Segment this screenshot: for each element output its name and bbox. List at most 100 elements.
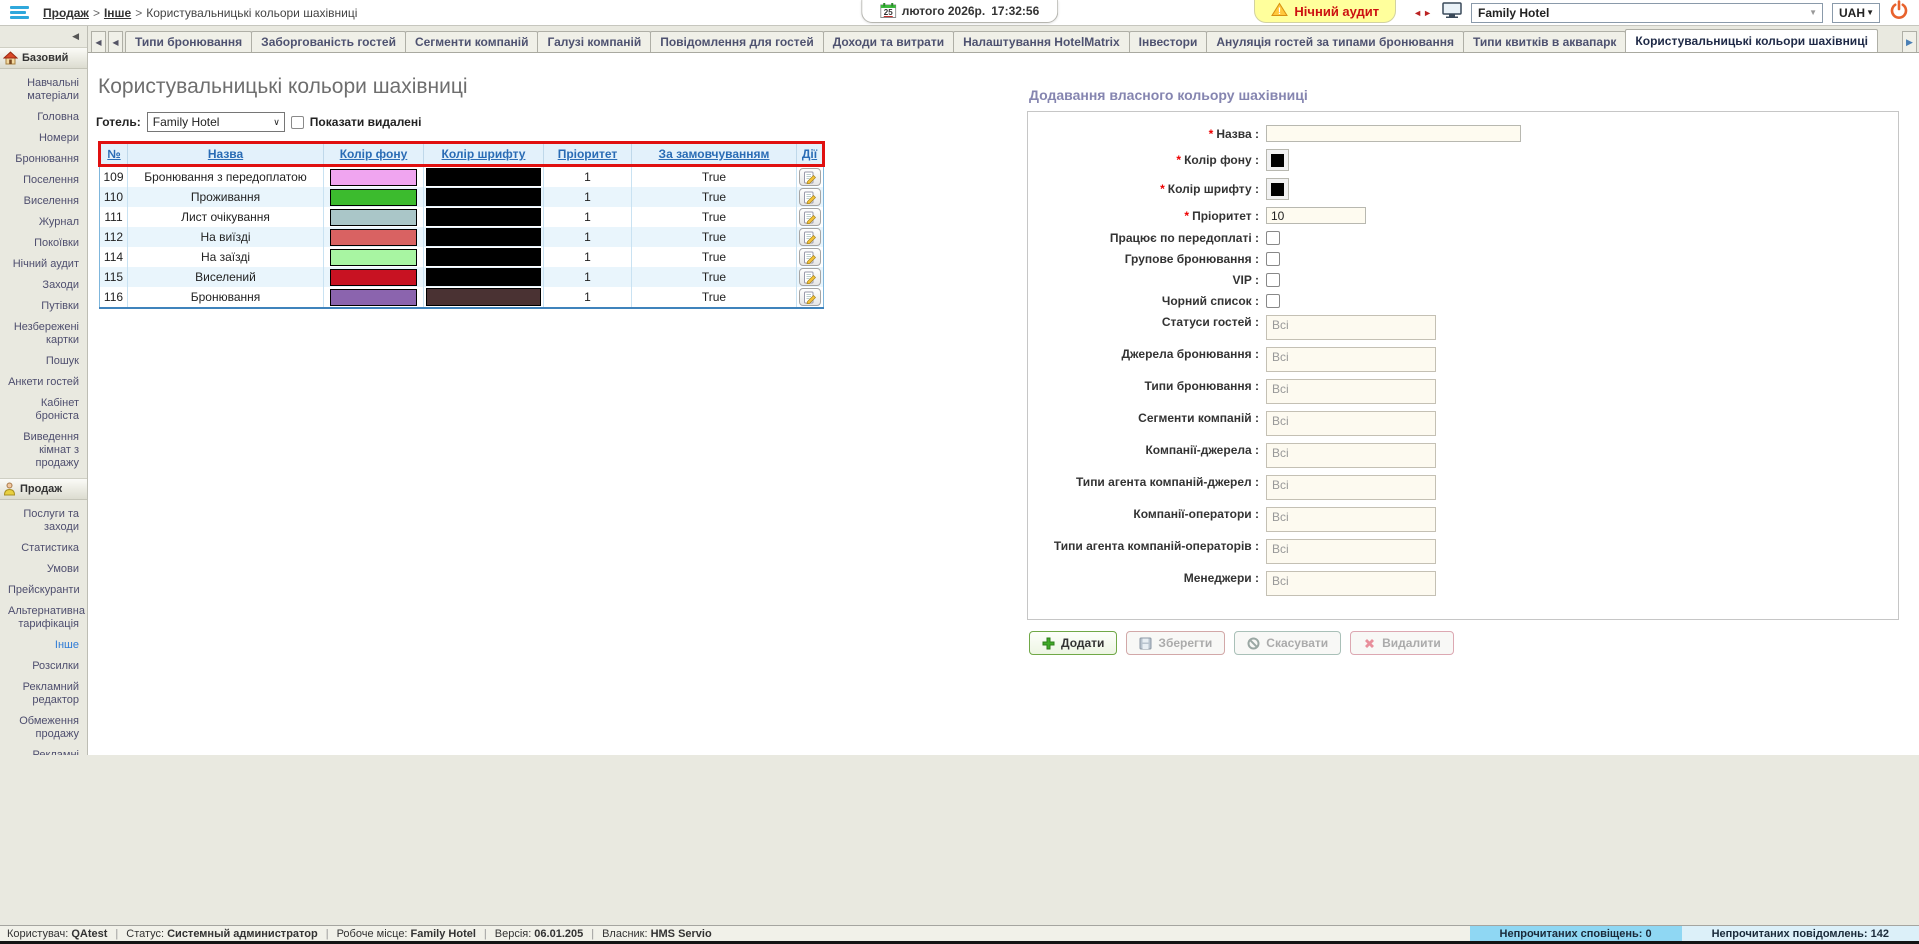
edit-row-button[interactable] — [799, 288, 821, 306]
tab[interactable]: Типи квитків в аквапарк — [1462, 31, 1627, 52]
operator-agent-types-multiselect[interactable]: Всі — [1266, 539, 1436, 564]
sidebar-item-link[interactable]: Прейскуранти — [0, 584, 87, 597]
tab[interactable]: Галузі компаній — [537, 31, 652, 52]
font-color-picker[interactable] — [1266, 178, 1289, 200]
sidebar-collapse-icon[interactable]: ◀ — [0, 26, 87, 43]
sidebar-item-link[interactable]: Анкети гостей — [0, 376, 87, 389]
edit-row-button[interactable] — [799, 228, 821, 246]
sidebar-item-link[interactable]: Рекламний редактор — [0, 681, 87, 707]
sidebar-item-link[interactable]: Покоївки — [0, 237, 87, 250]
source-companies-multiselect[interactable]: Всі — [1266, 443, 1436, 468]
tab-scroll-left-icon[interactable]: ◀ — [91, 31, 106, 52]
guest-statuses-multiselect[interactable]: Всі — [1266, 315, 1436, 340]
sidebar-item-active[interactable]: Інше — [0, 639, 87, 652]
priority-field[interactable]: 10 — [1266, 207, 1366, 224]
resize-arrows-icon[interactable]: ◄► — [1413, 8, 1433, 18]
show-deleted-checkbox[interactable] — [290, 115, 304, 129]
sidebar-item-link[interactable]: Обмеження продажу — [0, 715, 87, 741]
booking-types-multiselect[interactable]: Всі — [1266, 379, 1436, 404]
hotel-filter-select[interactable]: Family Hotel ∨ — [146, 112, 285, 132]
color-swatch — [1271, 153, 1284, 167]
blacklist-checkbox[interactable] — [1266, 294, 1280, 308]
edit-row-button[interactable] — [799, 208, 821, 226]
column-header[interactable]: За замовчуванням — [631, 141, 797, 167]
column-header-label[interactable]: Колір фону — [340, 147, 408, 161]
column-header-label[interactable]: Пріоритет — [558, 147, 618, 161]
sidebar-item-link[interactable]: Нічний аудит — [0, 258, 87, 271]
edit-row-button[interactable] — [799, 248, 821, 266]
bg-color-picker[interactable] — [1266, 149, 1289, 171]
sidebar-item-link[interactable]: Пошук — [0, 355, 87, 368]
sidebar-item-link[interactable]: Альтернативна тарифікація — [0, 605, 87, 631]
name-field[interactable] — [1266, 125, 1521, 142]
sidebar-item-link[interactable]: Журнал — [0, 216, 87, 229]
tab[interactable]: Повідомлення для гостей — [650, 31, 824, 52]
column-header[interactable]: Назва — [127, 141, 324, 167]
status-bar: Користувач: QAtest | Статус: Системный админ… — [0, 925, 1919, 941]
delete-button: Видалити — [1350, 631, 1454, 655]
sidebar-item-link[interactable]: Статистика — [0, 542, 87, 555]
operator-companies-multiselect[interactable]: Всі — [1266, 507, 1436, 532]
column-header[interactable]: Колір фону — [323, 141, 424, 167]
sidebar-item-link[interactable]: Виведення кімнат з продажу — [0, 431, 87, 470]
column-header-label[interactable]: № — [107, 147, 120, 161]
booking-sources-multiselect[interactable]: Всі — [1266, 347, 1436, 372]
breadcrumb-item[interactable]: Інше — [104, 6, 131, 20]
tab[interactable]: Налаштування HotelMatrix — [953, 31, 1130, 52]
row-name-cell: Проживання — [127, 187, 324, 207]
sidebar-item-link[interactable]: Головна — [0, 111, 87, 124]
vip-checkbox[interactable] — [1266, 273, 1280, 287]
breadcrumb-item[interactable]: Продаж — [43, 6, 89, 20]
power-icon[interactable] — [1889, 0, 1909, 25]
company-segments-multiselect[interactable]: Всі — [1266, 411, 1436, 436]
source-agent-types-multiselect[interactable]: Всі — [1266, 475, 1436, 500]
column-header[interactable]: Пріоритет — [543, 141, 632, 167]
sidebar-item-link[interactable]: Бронювання — [0, 153, 87, 166]
sidebar-item-link[interactable]: Послуги та заходи — [0, 508, 87, 534]
sidebar-item-link[interactable]: Кабінет броніста — [0, 397, 87, 423]
managers-multiselect[interactable]: Всі — [1266, 571, 1436, 596]
column-header[interactable]: Дії — [796, 141, 825, 167]
hotel-select[interactable]: Family Hotel ▼ — [1471, 2, 1823, 23]
monitor-icon[interactable] — [1442, 1, 1462, 24]
menu-icon[interactable] — [10, 6, 29, 19]
sidebar-item-link[interactable]: Поселення — [0, 174, 87, 187]
tab-scroll-right-icon[interactable]: ▶ — [1902, 31, 1917, 52]
currency-select[interactable]: UAH ▼ — [1832, 2, 1880, 23]
column-header-label[interactable]: Назва — [208, 147, 243, 161]
unread-messages-badge[interactable]: Непрочитаних повідомлень: 142 — [1681, 926, 1919, 941]
sidebar-item-link[interactable]: Незбережені картки — [0, 321, 87, 347]
field-label-text: Типи бронювання : — [1144, 379, 1260, 393]
tab[interactable]: Сегменти компаній — [404, 31, 539, 52]
column-header[interactable]: № — [98, 141, 128, 167]
night-audit-button[interactable]: ! Нічний аудит — [1254, 0, 1397, 23]
sidebar-item-link[interactable]: Виселення — [0, 195, 87, 208]
tab-scroll-left-icon[interactable]: ◀ — [108, 31, 123, 52]
sidebar-item-link[interactable]: Номери — [0, 132, 87, 145]
add-button[interactable]: Додати — [1029, 631, 1118, 655]
sidebar-item-link[interactable]: Розсилки — [0, 660, 87, 673]
tab[interactable]: Доходи та витрати — [822, 31, 955, 52]
tab[interactable]: Типи бронювання — [125, 31, 253, 52]
edit-row-button[interactable] — [799, 168, 821, 186]
tab[interactable]: Заборгованість гостей — [251, 31, 406, 52]
date-text: лютого 2026р. — [901, 4, 986, 18]
sidebar-item-link[interactable]: Умови — [0, 563, 87, 576]
tab[interactable]: Інвестори — [1128, 31, 1208, 52]
edit-row-button[interactable] — [799, 188, 821, 206]
column-header-label[interactable]: Колір шрифту — [442, 147, 526, 161]
sidebar-item-link[interactable]: Навчальні матеріали — [0, 77, 87, 103]
edit-row-button[interactable] — [799, 268, 821, 286]
tab[interactable]: Користувальницькі кольори шахівниці — [1625, 29, 1878, 52]
column-header[interactable]: Колір шрифту — [423, 141, 544, 167]
tab[interactable]: Ануляція гостей за типами бронювання — [1206, 31, 1464, 52]
sidebar-item-link[interactable]: Заходи — [0, 279, 87, 292]
column-header-label[interactable]: Дії — [802, 147, 817, 161]
delete-icon — [1363, 637, 1376, 650]
group-booking-checkbox[interactable] — [1266, 252, 1280, 266]
sidebar-item-link[interactable]: Путівки — [0, 300, 87, 313]
unread-notifications-badge[interactable]: Непрочитаних сповіщень: 0 — [1469, 926, 1682, 941]
column-header-label[interactable]: За замовчуванням — [659, 147, 770, 161]
field-label: Статуси гостей : — [1038, 315, 1266, 329]
prepaid-checkbox[interactable] — [1266, 231, 1280, 245]
